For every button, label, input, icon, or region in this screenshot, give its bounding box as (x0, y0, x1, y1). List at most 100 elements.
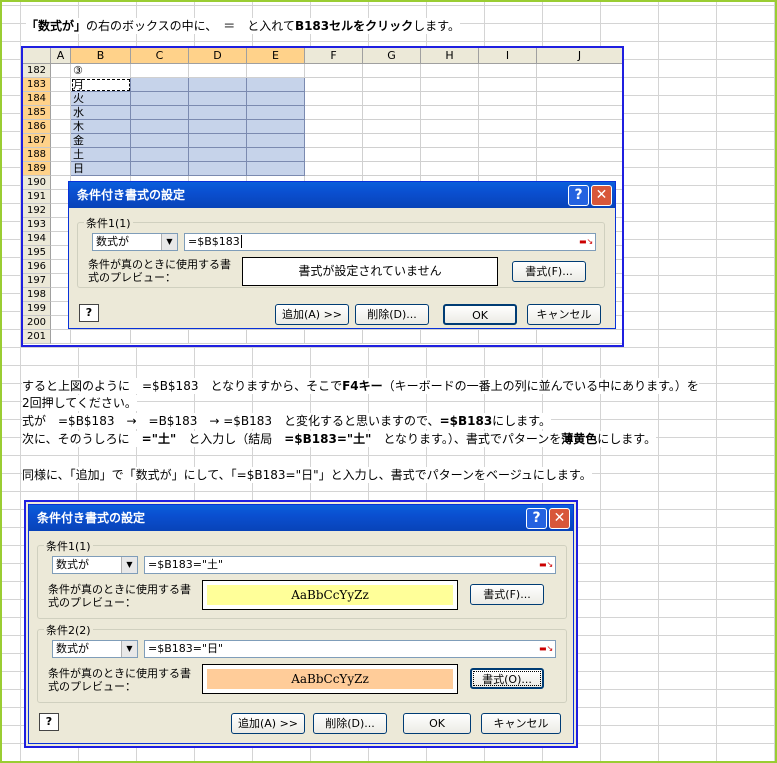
sheet-cell[interactable] (189, 92, 247, 106)
sheet-cell[interactable]: 金 (71, 134, 131, 148)
sheet-cell[interactable] (71, 330, 131, 344)
sheet-cell[interactable] (305, 92, 363, 106)
sheet-cell[interactable] (51, 120, 71, 134)
cancel-button[interactable]: キャンセル (527, 304, 601, 325)
sheet-cell[interactable] (247, 106, 305, 120)
sheet-cell[interactable] (51, 64, 71, 78)
chevron-down-icon[interactable]: ▼ (121, 641, 137, 657)
help-icon[interactable]: ? (526, 508, 547, 529)
row-header[interactable]: 196 (23, 260, 51, 274)
sheet-cell[interactable] (247, 148, 305, 162)
sheet-cell[interactable] (421, 148, 479, 162)
condition-1-type-select[interactable]: 数式が ▼ (52, 556, 138, 574)
sheet-cell[interactable] (363, 162, 421, 176)
row-header[interactable]: 195 (23, 246, 51, 260)
sheet-cell[interactable] (363, 134, 421, 148)
sheet-cell[interactable] (51, 78, 71, 92)
sheet-cell[interactable] (131, 162, 189, 176)
sheet-cell[interactable] (537, 106, 622, 120)
sheet-cell[interactable] (189, 148, 247, 162)
column-header-i[interactable]: I (479, 48, 537, 64)
sheet-cell[interactable] (537, 330, 622, 344)
sheet-cell[interactable] (305, 120, 363, 134)
sheet-cell[interactable] (537, 120, 622, 134)
column-header-d[interactable]: D (189, 48, 247, 64)
sheet-cell[interactable] (51, 106, 71, 120)
row-header[interactable]: 186 (23, 120, 51, 134)
sheet-cell[interactable]: 月 (71, 78, 131, 92)
chevron-down-icon[interactable]: ▼ (161, 234, 177, 250)
sheet-cell[interactable] (363, 106, 421, 120)
sheet-cell[interactable] (479, 330, 537, 344)
help-button[interactable]: ? (39, 713, 59, 731)
row-header[interactable]: 198 (23, 288, 51, 302)
sheet-cell[interactable] (537, 162, 622, 176)
row-header[interactable]: 197 (23, 274, 51, 288)
sheet-cell[interactable] (305, 162, 363, 176)
sheet-cell[interactable] (421, 120, 479, 134)
sheet-cell[interactable] (131, 78, 189, 92)
sheet-cell[interactable] (479, 162, 537, 176)
sheet-cell[interactable] (131, 106, 189, 120)
sheet-cell[interactable] (363, 92, 421, 106)
column-header-g[interactable]: G (363, 48, 421, 64)
row-header[interactable]: 194 (23, 232, 51, 246)
sheet-cell[interactable] (305, 330, 363, 344)
column-header-h[interactable]: H (421, 48, 479, 64)
sheet-cell[interactable] (189, 64, 247, 78)
sheet-cell[interactable] (189, 162, 247, 176)
sheet-cell[interactable] (247, 78, 305, 92)
sheet-cell[interactable] (131, 134, 189, 148)
sheet-cell[interactable] (537, 78, 622, 92)
chevron-down-icon[interactable]: ▼ (121, 557, 137, 573)
sheet-cell[interactable] (479, 64, 537, 78)
sheet-cell[interactable] (247, 134, 305, 148)
sheet-cell[interactable] (189, 78, 247, 92)
sheet-cell[interactable] (421, 92, 479, 106)
sheet-cell[interactable]: 土 (71, 148, 131, 162)
sheet-cell[interactable] (247, 92, 305, 106)
sheet-cell[interactable] (305, 106, 363, 120)
sheet-cell[interactable] (421, 64, 479, 78)
help-icon[interactable]: ? (568, 185, 589, 206)
sheet-cell[interactable] (537, 92, 622, 106)
column-header-e[interactable]: E (247, 48, 305, 64)
sheet-cell[interactable] (421, 330, 479, 344)
delete-button[interactable]: 削除(D)... (313, 713, 387, 734)
formula-input[interactable]: =$B$183 ▬↘ (184, 233, 596, 251)
delete-button[interactable]: 削除(D)... (355, 304, 429, 325)
sheet-cell[interactable] (363, 330, 421, 344)
sheet-cell[interactable] (51, 148, 71, 162)
sheet-cell[interactable] (305, 78, 363, 92)
sheet-cell[interactable] (189, 106, 247, 120)
format-button[interactable]: 書式(F)... (512, 261, 586, 282)
sheet-cell[interactable]: 日 (71, 162, 131, 176)
row-header[interactable]: 192 (23, 204, 51, 218)
sheet-cell[interactable]: 水 (71, 106, 131, 120)
ok-button[interactable]: OK (403, 713, 471, 734)
cancel-button[interactable]: キャンセル (481, 713, 561, 734)
row-header[interactable]: 182 (23, 64, 51, 78)
row-header[interactable]: 200 (23, 316, 51, 330)
sheet-cell[interactable] (537, 148, 622, 162)
sheet-cell[interactable] (247, 330, 305, 344)
sheet-cell[interactable] (131, 64, 189, 78)
column-header-f[interactable]: F (305, 48, 363, 64)
range-select-icon[interactable]: ▬↘ (539, 644, 553, 654)
sheet-cell[interactable] (131, 148, 189, 162)
ok-button[interactable]: OK (443, 304, 517, 325)
add-button[interactable]: 追加(A) >> (231, 713, 305, 734)
sheet-cell[interactable] (479, 106, 537, 120)
sheet-cell[interactable]: 木 (71, 120, 131, 134)
sheet-cell[interactable] (305, 148, 363, 162)
sheet-cell[interactable] (421, 78, 479, 92)
sheet-cell[interactable] (363, 78, 421, 92)
formula-1-input[interactable]: =$B183="土" ▬↘ (144, 556, 556, 574)
help-button[interactable]: ? (79, 304, 99, 322)
row-header[interactable]: 187 (23, 134, 51, 148)
sheet-cell[interactable] (421, 162, 479, 176)
sheet-cell[interactable] (537, 134, 622, 148)
sheet-cell[interactable] (363, 120, 421, 134)
row-header[interactable]: 184 (23, 92, 51, 106)
format-2-button[interactable]: 書式(O)... (470, 668, 544, 689)
